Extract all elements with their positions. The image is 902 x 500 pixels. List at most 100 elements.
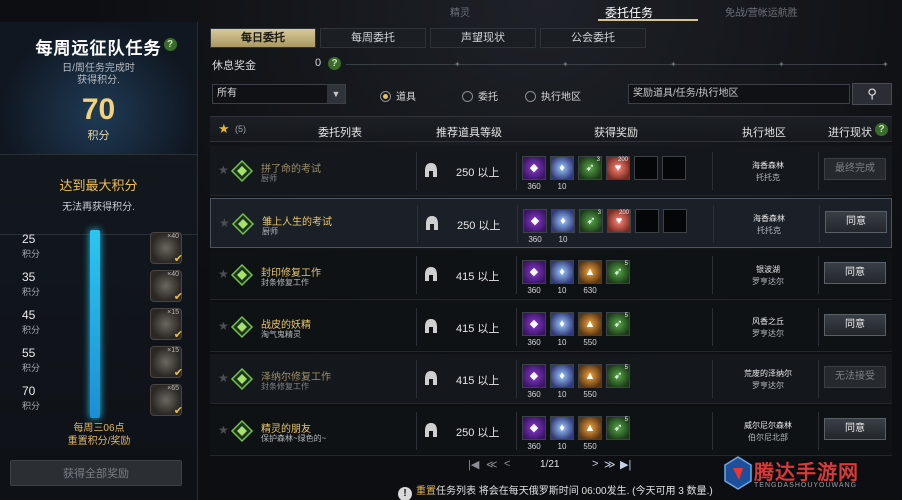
reward-diamond-icon[interactable]: ♦ [550, 260, 574, 284]
accept-button[interactable]: 同意 [824, 418, 886, 440]
reward-empty-icon[interactable] [662, 156, 686, 180]
commission-emblem-icon [230, 159, 254, 183]
reward-empty-icon[interactable] [634, 156, 658, 180]
tab-guild[interactable]: 公会委托 [540, 28, 646, 48]
reward-heart-icon[interactable]: ♥ 200 [607, 209, 631, 233]
accept-button[interactable]: 最终完成 [824, 158, 886, 180]
claim-all-button[interactable]: 获得全部奖励 [10, 460, 182, 486]
reward-purple-icon[interactable]: ◆ [522, 364, 546, 388]
prev-page-icon[interactable]: ≪ [486, 458, 498, 471]
reward-chest-icon[interactable]: ×15 ✔ [150, 308, 183, 341]
reward-diamond-icon[interactable]: ♦ [550, 364, 574, 388]
accept-button[interactable]: 同意 [824, 262, 886, 284]
tab-other[interactable]: 免战/营帐运航胜 [725, 4, 798, 19]
accept-button[interactable]: 无法接受 [824, 366, 886, 388]
help-icon[interactable]: ? [164, 38, 177, 51]
reward-purple-icon[interactable]: ◆ [523, 209, 547, 233]
reward-amber-icon[interactable]: ▲ [578, 364, 602, 388]
help-icon[interactable]: ? [328, 57, 341, 70]
radio-dot[interactable] [525, 91, 536, 102]
table-row[interactable]: ★ 泽纳尔修复工作 封条修复工作 415 以上 ◆ 360 ♦ 10 ▲ 550 ➶ 5 荒废的泽纳尔罗… [210, 354, 892, 404]
search-icon[interactable]: ⚲ [852, 83, 892, 105]
commission-emblem-icon [230, 419, 254, 443]
star-icon[interactable]: ★ [218, 163, 229, 177]
reward-green-icon[interactable]: ➶ 3 [579, 209, 603, 233]
tab-reputation[interactable]: 声望现状 [430, 28, 536, 48]
search-input[interactable]: 奖励道具/任务/执行地区 [628, 84, 850, 104]
reward-mini-count: 3 [596, 157, 600, 163]
radio-dot[interactable] [462, 91, 473, 102]
accept-button[interactable]: 同意 [825, 211, 887, 233]
table-row[interactable]: ★ 拼了命的考试 厨师 250 以上 ◆ 360 ♦ 10 ➶ 3 ♥ 200 海香森林 托托克 最终完成 [210, 146, 892, 196]
radio-commission[interactable]: 委托 [462, 88, 498, 103]
reward-green-icon[interactable]: ➶ 5 [606, 312, 630, 336]
next-icon[interactable]: > [592, 458, 598, 470]
tab-daily[interactable]: 每日委托 [210, 28, 316, 48]
column-divider [818, 360, 819, 398]
reward-glyph: ◆ [529, 266, 539, 278]
table-row[interactable]: ★ 精灵的朋友 保护森林~绿色的~ 250 以上 ◆ 360 ♦ 10 ▲ 550 ➶ 5 威尔尼尔森林… [210, 406, 892, 456]
reward-green-icon[interactable]: ➶ 5 [606, 260, 630, 284]
reward-amber-icon[interactable]: ▲ [578, 260, 602, 284]
reward-count: ×40 [167, 233, 179, 240]
tab-spirit[interactable]: 精灵 [450, 4, 470, 19]
reward-chest-icon[interactable]: ×65 ✔ [150, 384, 183, 417]
panel-title: 每周远征队任务 ? [0, 34, 197, 59]
column-divider [818, 412, 819, 450]
check-icon: ✔ [173, 253, 183, 265]
star-icon[interactable]: ★ [218, 267, 229, 281]
reward-chest-icon[interactable]: ×40 ✔ [150, 270, 183, 303]
reward-purple-icon[interactable]: ◆ [522, 416, 546, 440]
chevron-down-icon[interactable]: ▼ [327, 85, 345, 103]
reward-purple-icon[interactable]: ◆ [522, 156, 546, 180]
radio-region[interactable]: 执行地区 [525, 88, 581, 103]
reward-empty-icon[interactable] [663, 209, 687, 233]
commission-giver: 厨师 [261, 174, 277, 183]
last-page-icon[interactable]: ▶| [620, 458, 631, 471]
region-town: 托托克 [757, 226, 781, 235]
reward-chest-icon[interactable]: ×40 ✔ [150, 232, 183, 265]
radio-dot[interactable] [380, 91, 391, 102]
reward-diamond-icon[interactable]: ♦ [551, 209, 575, 233]
table-row[interactable]: ★ 雏上人生的考试 厨师 250 以上 ◆ 360 ♦ 10 ➶ 3 ♥ 200 海香森林 托托克 同意 [210, 198, 892, 248]
reward-count: 360 [527, 390, 541, 399]
panel-subtitle-line2: 获得积分. [77, 75, 120, 86]
star-icon[interactable]: ★ [218, 423, 229, 437]
reward-glyph: ▲ [584, 266, 596, 278]
star-icon[interactable]: ★ [218, 121, 230, 137]
table-row[interactable]: ★ 封印修复工作 封条修复工作 415 以上 ◆ 360 ♦ 10 ▲ 630 ➶ 5 银波湖 罗亨达尔同… [210, 250, 892, 300]
reward-amber-icon[interactable]: ▲ [578, 416, 602, 440]
category-select[interactable]: 所有 ▼ [212, 84, 346, 104]
reward-empty-icon[interactable] [635, 209, 659, 233]
next-page-icon[interactable]: ≫ [604, 458, 616, 471]
column-divider [712, 360, 713, 398]
reward-count: 550 [583, 442, 597, 451]
milestone-label: 积分 [22, 287, 41, 297]
reward-green-icon[interactable]: ➶ 3 [578, 156, 602, 180]
reward-purple-icon[interactable]: ◆ [522, 260, 546, 284]
reward-green-icon[interactable]: ➶ 5 [606, 416, 630, 440]
tab-weekly[interactable]: 每周委托 [320, 28, 426, 48]
reset-notice: ! 重置任务列表 将会在每天俄罗斯时间 06:00发生. (今天可用 3 数量.) [398, 482, 713, 500]
prev-icon[interactable]: < [504, 458, 510, 470]
first-page-icon[interactable]: |◀ [468, 458, 479, 471]
reward-glyph [663, 157, 685, 179]
reward-glyph: ◆ [529, 370, 539, 382]
help-icon[interactable]: ? [875, 123, 888, 136]
reward-diamond-icon[interactable]: ♦ [550, 312, 574, 336]
panel-subtitle: 日/周任务完成时 获得积分. [0, 63, 197, 87]
reward-diamond-icon[interactable]: ♦ [550, 156, 574, 180]
reward-count: 360 [527, 442, 541, 451]
reward-amber-icon[interactable]: ▲ [578, 312, 602, 336]
reward-green-icon[interactable]: ➶ 5 [606, 364, 630, 388]
reward-heart-icon[interactable]: ♥ 200 [606, 156, 630, 180]
radio-item[interactable]: 道具 [380, 88, 416, 103]
table-row[interactable]: ★ 战皮的妖精 淘气鬼精灵 415 以上 ◆ 360 ♦ 10 ▲ 550 ➶ 5 风香之丘 罗亨达尔 同意 [210, 302, 892, 352]
accept-button[interactable]: 同意 [824, 314, 886, 336]
star-icon[interactable]: ★ [219, 216, 230, 230]
reward-purple-icon[interactable]: ◆ [522, 312, 546, 336]
star-icon[interactable]: ★ [218, 371, 229, 385]
star-icon[interactable]: ★ [218, 319, 229, 333]
reward-diamond-icon[interactable]: ♦ [550, 416, 574, 440]
reward-chest-icon[interactable]: ×15 ✔ [150, 346, 183, 379]
